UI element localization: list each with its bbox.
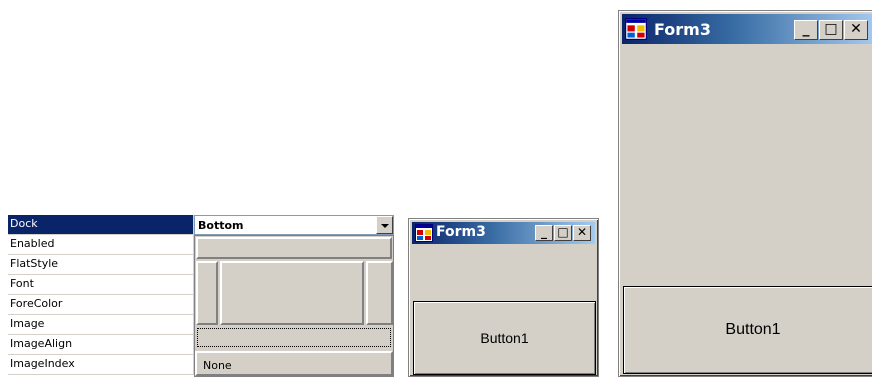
small-form-window: Form3 _ □ ✕ Button1 bbox=[408, 218, 599, 377]
dock-left-region[interactable] bbox=[196, 261, 218, 325]
dock-none-button[interactable]: None bbox=[195, 351, 393, 376]
maximize-icon[interactable]: □ bbox=[554, 225, 572, 241]
dock-right-region[interactable] bbox=[366, 261, 393, 325]
form-icon bbox=[415, 224, 433, 242]
property-row-image[interactable]: Image bbox=[8, 315, 194, 335]
property-row-font[interactable]: Font bbox=[8, 275, 194, 295]
dropdown-arrow-icon[interactable] bbox=[376, 216, 393, 234]
small-form-titlebar[interactable]: Form3 _ □ ✕ bbox=[412, 222, 595, 244]
property-row-enabled[interactable]: Enabled bbox=[8, 235, 194, 255]
property-row-forecolor[interactable]: ForeColor bbox=[8, 295, 194, 315]
dock-picker: None bbox=[194, 235, 394, 377]
button1[interactable]: Button1 bbox=[623, 286, 872, 374]
dock-top-region[interactable] bbox=[196, 237, 392, 259]
form-icon bbox=[625, 18, 647, 40]
large-form-window: Form3 _ □ ✕ Button1 bbox=[618, 10, 872, 377]
property-row-dock[interactable]: Dock bbox=[8, 215, 194, 235]
minimize-icon[interactable]: _ bbox=[794, 20, 818, 40]
minimize-icon[interactable]: _ bbox=[535, 225, 553, 241]
small-form-title: Form3 bbox=[436, 224, 486, 240]
dock-value-field[interactable]: Bottom bbox=[194, 215, 394, 235]
dock-value-text: Bottom bbox=[198, 219, 244, 232]
large-form-title: Form3 bbox=[654, 20, 711, 39]
button1[interactable]: Button1 bbox=[413, 301, 596, 375]
property-row-flatstyle[interactable]: FlatStyle bbox=[8, 255, 194, 275]
close-icon[interactable]: ✕ bbox=[573, 225, 591, 241]
property-grid: Dock Enabled FlatStyle Font ForeColor Im… bbox=[8, 215, 394, 377]
property-row-imagealign[interactable]: ImageAlign bbox=[8, 335, 194, 355]
property-row-imageindex[interactable]: ImageIndex bbox=[8, 355, 194, 375]
maximize-icon[interactable]: □ bbox=[819, 20, 843, 40]
close-icon[interactable]: ✕ bbox=[844, 20, 868, 40]
large-form-titlebar[interactable]: Form3 _ □ ✕ bbox=[622, 14, 872, 44]
dock-fill-region[interactable] bbox=[220, 261, 364, 325]
dock-bottom-region[interactable] bbox=[197, 328, 391, 347]
